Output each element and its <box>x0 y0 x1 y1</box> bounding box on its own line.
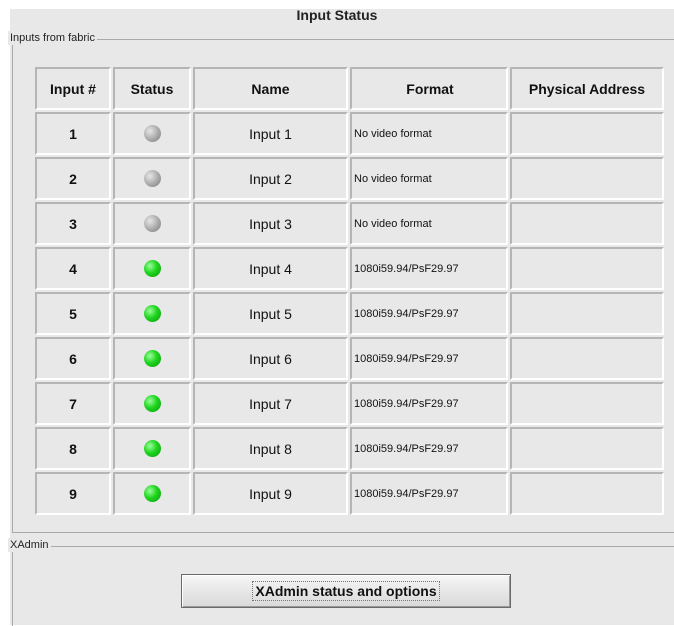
page-title: Input Status <box>296 7 378 23</box>
status-led-gray-icon <box>143 169 161 187</box>
input-name-cell: Input 1 <box>193 112 348 155</box>
xadmin-status-button-label: XAdmin status and options <box>252 581 440 601</box>
status-led-gray-icon <box>143 124 161 142</box>
status-cell <box>113 292 191 335</box>
format-cell: 1080i59.94/PsF29.97 <box>350 472 508 515</box>
format-cell: 1080i59.94/PsF29.97 <box>350 292 508 335</box>
input-name-cell: Input 8 <box>193 427 348 470</box>
physical-address-cell <box>510 202 664 245</box>
header-status: Status <box>113 67 191 110</box>
xadmin-group-legend: XAdmin <box>8 538 51 552</box>
status-led-green-icon <box>143 394 161 412</box>
status-cell <box>113 202 191 245</box>
input-number-cell: 7 <box>35 382 111 425</box>
table-row: 5 Input 5 1080i59.94/PsF29.97 <box>35 292 664 335</box>
status-led-gray-icon <box>143 214 161 232</box>
physical-address-cell <box>510 157 664 200</box>
physical-address-cell <box>510 427 664 470</box>
status-cell <box>113 472 191 515</box>
input-name-cell: Input 9 <box>193 472 348 515</box>
input-number-cell: 5 <box>35 292 111 335</box>
status-led-green-icon <box>143 484 161 502</box>
status-led-green-icon <box>143 304 161 322</box>
input-number-cell: 6 <box>35 337 111 380</box>
input-name-cell: Input 2 <box>193 157 348 200</box>
format-cell: 1080i59.94/PsF29.97 <box>350 337 508 380</box>
header-input-number: Input # <box>35 67 111 110</box>
status-cell <box>113 382 191 425</box>
format-cell: 1080i59.94/PsF29.97 <box>350 427 508 470</box>
table-row: 1 Input 1 No video format <box>35 112 664 155</box>
status-led-green-icon <box>143 349 161 367</box>
header-format: Format <box>350 67 508 110</box>
format-cell: No video format <box>350 112 508 155</box>
status-led-green-icon <box>143 259 161 277</box>
header-name: Name <box>193 67 348 110</box>
physical-address-cell <box>510 472 664 515</box>
input-name-cell: Input 4 <box>193 247 348 290</box>
input-status-table: Input # Status Name Format Physical Addr… <box>33 65 666 517</box>
table-row: 7 Input 7 1080i59.94/PsF29.97 <box>35 382 664 425</box>
physical-address-cell <box>510 112 664 155</box>
status-led-green-icon <box>143 439 161 457</box>
input-number-cell: 1 <box>35 112 111 155</box>
physical-address-cell <box>510 247 664 290</box>
table-row: 2 Input 2 No video format <box>35 157 664 200</box>
format-cell: 1080i59.94/PsF29.97 <box>350 382 508 425</box>
input-name-cell: Input 5 <box>193 292 348 335</box>
header-physical-address: Physical Address <box>510 67 664 110</box>
status-cell <box>113 247 191 290</box>
status-cell <box>113 157 191 200</box>
physical-address-cell <box>510 292 664 335</box>
format-cell: 1080i59.94/PsF29.97 <box>350 247 508 290</box>
input-number-cell: 9 <box>35 472 111 515</box>
input-name-cell: Input 7 <box>193 382 348 425</box>
physical-address-cell <box>510 337 664 380</box>
input-number-cell: 4 <box>35 247 111 290</box>
table-row: 8 Input 8 1080i59.94/PsF29.97 <box>35 427 664 470</box>
table-row: 6 Input 6 1080i59.94/PsF29.97 <box>35 337 664 380</box>
table-header-row: Input # Status Name Format Physical Addr… <box>35 67 664 110</box>
input-number-cell: 2 <box>35 157 111 200</box>
input-name-cell: Input 3 <box>193 202 348 245</box>
physical-address-cell <box>510 382 664 425</box>
status-cell <box>113 337 191 380</box>
xadmin-status-button[interactable]: XAdmin status and options <box>181 574 511 608</box>
input-name-cell: Input 6 <box>193 337 348 380</box>
input-number-cell: 3 <box>35 202 111 245</box>
format-cell: No video format <box>350 157 508 200</box>
status-cell <box>113 112 191 155</box>
input-number-cell: 8 <box>35 427 111 470</box>
inputs-group-legend: Inputs from fabric <box>8 31 97 45</box>
table-row: 3 Input 3 No video format <box>35 202 664 245</box>
format-cell: No video format <box>350 202 508 245</box>
table-row: 9 Input 9 1080i59.94/PsF29.97 <box>35 472 664 515</box>
status-cell <box>113 427 191 470</box>
table-row: 4 Input 4 1080i59.94/PsF29.97 <box>35 247 664 290</box>
